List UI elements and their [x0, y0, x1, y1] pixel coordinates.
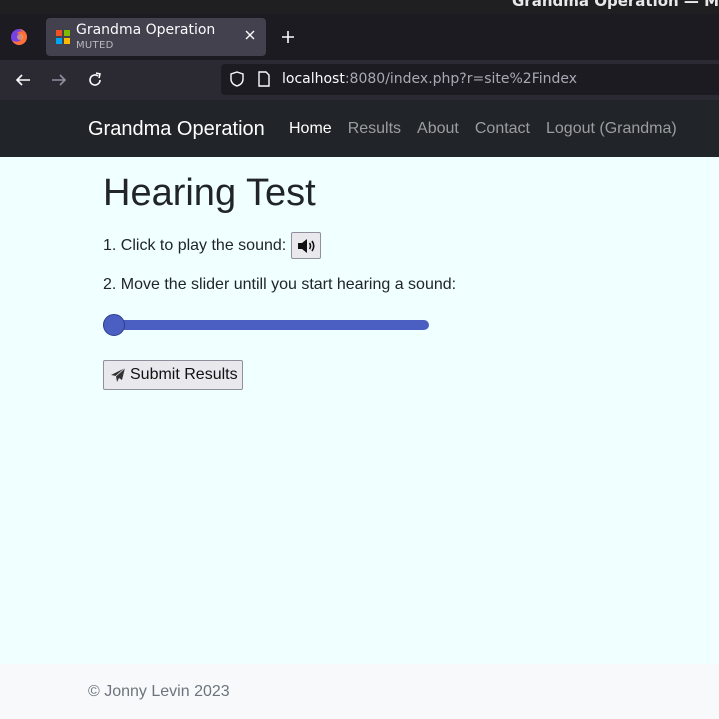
close-icon[interactable] [244, 29, 256, 41]
shield-icon[interactable] [229, 71, 245, 87]
copyright-text: © Jonny Levin 2023 [88, 683, 230, 700]
paper-plane-icon [111, 367, 126, 382]
browser-tab[interactable]: Grandma Operation MUTED [46, 18, 266, 56]
tab-muted-label: MUTED [76, 40, 114, 51]
browser-toolbar: localhost:8080/index.php?r=site%2Findex [0, 60, 719, 100]
footer: © Jonny Levin 2023 [0, 664, 719, 719]
submit-label: Submit Results [130, 366, 238, 383]
os-title-bar: Grandma Operation — Mozi [0, 0, 719, 14]
window-title: Grandma Operation — Mozi [512, 0, 719, 10]
url-bar[interactable]: localhost:8080/index.php?r=site%2Findex [221, 64, 719, 95]
back-arrow-icon[interactable] [14, 71, 32, 89]
step-1-row: 1. Click to play the sound: [103, 232, 322, 259]
slider-thumb[interactable] [103, 314, 125, 336]
site-navbar: Grandma Operation Home Results About Con… [0, 100, 719, 157]
slider-track[interactable] [103, 320, 429, 330]
submit-results-button[interactable]: Submit Results [103, 360, 243, 390]
reload-icon[interactable] [86, 71, 104, 89]
nav-results[interactable]: Results [348, 120, 401, 138]
nav-contact[interactable]: Contact [475, 120, 530, 138]
page-title: Hearing Test [103, 172, 316, 214]
forward-arrow-icon [52, 74, 67, 86]
site-brand[interactable]: Grandma Operation [88, 118, 265, 141]
nav-logout[interactable]: Logout (Grandma) [546, 120, 677, 138]
page-icon[interactable] [257, 71, 271, 87]
speaker-icon [298, 239, 315, 253]
plus-icon[interactable] [280, 29, 296, 45]
nav-home[interactable]: Home [289, 120, 332, 138]
play-sound-button[interactable] [291, 232, 322, 259]
step-1-label: 1. Click to play the sound: [103, 236, 287, 254]
url-text[interactable]: localhost:8080/index.php?r=site%2Findex [282, 71, 577, 87]
site-favicon-icon [56, 30, 70, 44]
hearing-slider[interactable] [103, 314, 429, 336]
tab-strip: Grandma Operation MUTED [0, 14, 719, 60]
step-2-label: 2. Move the slider untill you start hear… [103, 276, 457, 293]
tab-title: Grandma Operation [76, 22, 216, 38]
nav-about[interactable]: About [417, 120, 459, 138]
nav-links: Home Results About Contact Logout (Grand… [289, 120, 677, 138]
firefox-logo-icon[interactable] [10, 28, 28, 46]
